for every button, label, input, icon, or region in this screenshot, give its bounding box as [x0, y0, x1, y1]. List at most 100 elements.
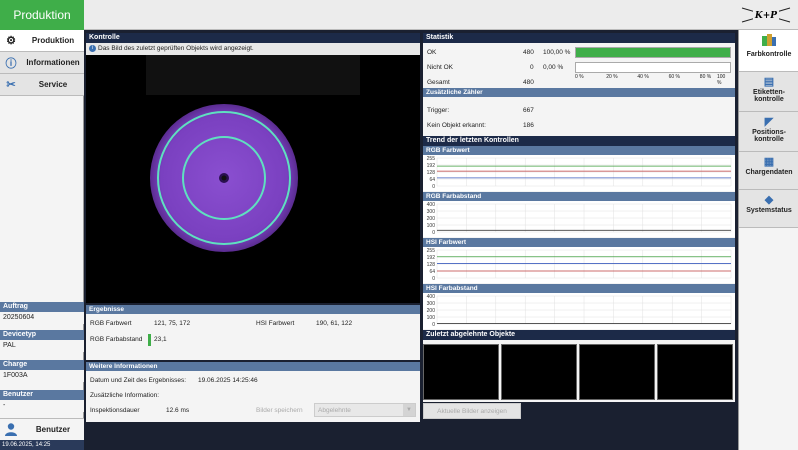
trend-tick-label: 0 — [432, 322, 435, 328]
bottom-strip — [86, 424, 736, 450]
rgb-farbwert-value: 121, 75, 172 — [154, 320, 191, 327]
trend-tick-label: 192 — [427, 163, 436, 169]
rgb-farbwert-label: RGB Farbwert — [90, 320, 132, 327]
abgelehnt-title: Zuletzt abgelehnte Objekte — [423, 330, 735, 340]
dauer-label: Inspektionsdauer — [90, 407, 140, 414]
trend-chart: 255 192 128 64 0 — [423, 247, 735, 283]
ergebnisse-panel: Ergebnisse RGB Farbwert 121, 75, 172 HSI… — [86, 305, 420, 360]
trend-tick-label: 200 — [427, 216, 436, 222]
info-icon: i — [89, 45, 96, 52]
trend-panel: Trend der letzten Kontrollen RGB Farbwer… — [423, 136, 735, 330]
trend-tick-label: 200 — [427, 308, 436, 314]
trend-tick-label: 0 — [432, 276, 435, 282]
left-sidebar: ⚙ Produktion ⓘ Informationen ✂ Service A… — [0, 30, 84, 450]
stat-axis-tick: 60 % — [668, 74, 680, 80]
nav-etikettenkontrolle[interactable]: ▤ Etiketten-kontrolle — [739, 72, 798, 112]
stat-ok-label: OK — [427, 49, 437, 56]
stat-axis-tick: 80 % — [699, 74, 712, 80]
auftrag-label: Auftrag — [0, 302, 84, 312]
zaehler-panel: Zusätzliche Zähler Trigger: 667 Kein Obj… — [423, 88, 735, 136]
devicetyp-value: PAL — [0, 340, 84, 352]
ergebnisse-title: Ergebnisse — [86, 305, 420, 314]
label-icon: ▤ — [763, 76, 775, 88]
kein-objekt-label: Kein Objekt erkannt: — [427, 122, 486, 129]
nav-service-label: Service — [38, 80, 68, 89]
hsi-farbwert-label: HSI Farbwert — [256, 320, 295, 327]
stat-axis-tick: 100 % — [717, 74, 726, 86]
info-icon: ⓘ — [5, 57, 17, 70]
nav-informationen[interactable]: ⓘ Informationen — [0, 52, 84, 74]
trend-tick-label: 300 — [427, 209, 436, 215]
stat-axis-tick: 40 % — [637, 74, 649, 80]
zaehler-title: Zusätzliche Zähler — [423, 88, 735, 97]
rgb-farbabstand-value: 23,1 — [154, 336, 167, 343]
nav-systemstatus[interactable]: ◆ Systemstatus — [739, 190, 798, 228]
kein-objekt-value: 186 — [523, 122, 534, 129]
auftrag-value: 20250604 — [0, 312, 84, 324]
stat-axis-tick: 0 % — [575, 74, 584, 80]
trend-title: Trend der letzten Kontrollen — [423, 136, 735, 146]
rejected-thumbnail-1[interactable] — [423, 344, 499, 400]
nav-farbkontrolle-label: Farbkontrolle — [746, 51, 792, 58]
trend-tick-label: 192 — [427, 255, 436, 261]
nav-service[interactable]: ✂ Service — [0, 74, 84, 96]
tools-icon: ✂ — [6, 79, 16, 91]
status-datetime: 19.06.2025, 14:25 — [0, 440, 84, 450]
rejected-thumbnail-2[interactable] — [501, 344, 577, 400]
zusatz-label: Zusätzliche Information: — [90, 392, 160, 399]
nav-chargendaten[interactable]: ▦ Chargendaten — [739, 152, 798, 190]
nav-positionskontrolle-label: Positions-kontrolle — [752, 129, 786, 143]
bilder-speichern-select[interactable]: Abgelehnte ▼ — [314, 403, 416, 417]
trend-tick-label: 0 — [432, 184, 435, 190]
user-button[interactable]: Benutzer — [0, 418, 84, 440]
stat-axis: 0 % 20 % 40 % 60 % 80 % 100 % — [575, 74, 731, 86]
rejected-thumbnail-4[interactable] — [657, 344, 733, 400]
trend-tick-label: 100 — [427, 315, 436, 321]
trend-chart-title: RGB Farbwert — [423, 146, 735, 155]
trend-tick-label: 255 — [427, 248, 436, 254]
color-icon — [739, 33, 798, 50]
weitere-title: Weitere Informationen — [86, 362, 420, 371]
datum-value: 19.06.2025 14:25:46 — [198, 377, 258, 384]
trend-tick-label: 0 — [432, 230, 435, 236]
devicetyp-label: Devicetyp — [0, 330, 84, 340]
abgelehnt-panel: Zuletzt abgelehnte Objekte — [423, 330, 735, 402]
trend-tick-label: 255 — [427, 156, 436, 162]
dauer-value: 12.6 ms — [166, 407, 190, 414]
stat-nicht-ok-bar — [575, 62, 731, 73]
stat-gesamt-count: 480 — [523, 79, 534, 86]
svg-text:K+P: K+P — [754, 11, 777, 21]
kontrolle-info-text: Das Bild des zuletzt geprüften Objekts w… — [98, 45, 254, 52]
stat-ok-count: 480 — [523, 49, 534, 56]
aktuelle-bilder-button[interactable]: Aktuelle Bilder anzeigen — [423, 403, 521, 419]
trend-tick-label: 400 — [427, 294, 436, 300]
trend-chart-title: RGB Farbabstand — [423, 192, 735, 201]
top-bar: Produktion K+P — [0, 0, 798, 30]
rejected-thumbnail-3[interactable] — [579, 344, 655, 400]
gears-icon: ⚙ — [6, 35, 16, 47]
stat-gesamt-label: Gesamt — [427, 79, 450, 86]
trend-tick-label: 64 — [429, 269, 435, 275]
nav-positionskontrolle[interactable]: ◤ Positions-kontrolle — [739, 112, 798, 152]
trigger-value: 667 — [523, 107, 534, 114]
nav-farbkontrolle[interactable]: Farbkontrolle — [739, 30, 798, 72]
weitere-informationen-panel: Weitere Informationen Datum und Zeit des… — [86, 362, 420, 422]
user-button-label: Benutzer — [35, 425, 71, 434]
stat-nicht-ok-count: 0 — [530, 64, 534, 71]
app-title: Produktion — [0, 0, 84, 30]
kontrolle-info-bar: i Das Bild des zuletzt geprüften Objekts… — [86, 43, 420, 55]
stat-ok-percent: 100,00 % — [543, 49, 571, 56]
trend-chart: 400 300 200 100 0 — [423, 201, 735, 237]
nav-produktion[interactable]: ⚙ Produktion — [0, 30, 84, 52]
stat-ok-bar-fill — [576, 48, 730, 57]
trend-chart-title: HSI Farbwert — [423, 238, 735, 247]
farbabstand-ok-indicator — [148, 334, 151, 346]
charge-value: 1F003A — [0, 370, 84, 382]
kontrolle-title: Kontrolle — [86, 33, 420, 43]
trend-tick-label: 128 — [427, 262, 436, 268]
position-icon: ◤ — [764, 116, 774, 128]
kp-logo: K+P — [740, 6, 792, 24]
statistik-panel: Statistik OK 480 100,00 % Nicht OK 0 0,0… — [423, 33, 735, 88]
inspection-image — [86, 55, 420, 303]
benutzer-label: Benutzer — [0, 390, 84, 400]
